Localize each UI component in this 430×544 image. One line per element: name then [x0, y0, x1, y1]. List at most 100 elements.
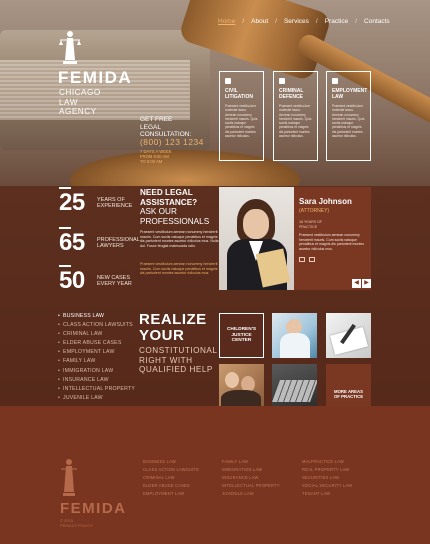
practice-list-item[interactable]: CRIMINAL LAW — [58, 330, 135, 339]
stat-number: 65 — [59, 229, 85, 256]
footer-copyright: © 2015 PRIVACY POLICY — [60, 518, 93, 528]
help-heading: NEED LEGAL ASSISTANCE? — [140, 188, 197, 207]
practice-list-item[interactable]: FAMILY LAW — [58, 357, 135, 366]
footer-links-column: BUSINESS LAW CLASS ACTION LAWSUITS CRIMI… — [143, 458, 199, 498]
nav-practice[interactable]: Practice — [325, 18, 348, 25]
phone-icon[interactable] — [299, 257, 305, 263]
tile-label: CHILDREN'S JUSTICE CENTER — [227, 327, 256, 344]
logo-tagline-line: CHICAGO — [59, 88, 101, 97]
help-heading-line: ASSISTANCE? — [140, 197, 198, 207]
help-subheading: ASK OUR PROFESSIONALS — [140, 207, 209, 226]
consultation-hours-line: TO 6:00 AM — [140, 159, 163, 164]
logo-tagline-line: LAW — [59, 97, 78, 107]
tile-label: MORE AREAS OF PRACTICE — [334, 389, 363, 399]
stat-lawyers: 65 PROFESSIONAL LAWYERS — [59, 229, 140, 257]
stat-label: NEW CASES EVERY YEAR — [97, 275, 132, 288]
practice-list-item[interactable]: INSURANCE LAW — [58, 376, 135, 385]
realize-heading: REALIZE YOUR — [139, 312, 207, 343]
practice-card-title-line: LAW — [332, 94, 344, 100]
photo-shape — [243, 209, 269, 239]
practice-list-item[interactable]: EMPLOYMENT LAW — [58, 348, 135, 357]
consultation-label-line: GET FREE — [140, 116, 173, 123]
footer-link[interactable]: INSURANCE LAW — [222, 474, 280, 482]
practice-card-text: Praesent vestibu-lum molestie lacus. Aen… — [279, 104, 312, 139]
consultation-label-line: LEGAL — [140, 123, 161, 131]
practice-list-item[interactable]: CLASS ACTION LAWSUITS — [58, 321, 135, 330]
gavel-icon — [225, 78, 231, 84]
realize-heading-line: YOUR — [139, 326, 185, 344]
lock-icon — [279, 78, 285, 84]
realize-heading-line: REALIZE — [139, 311, 207, 328]
footer-link[interactable]: SECURITIES LAW — [302, 474, 352, 482]
logo-tagline: CHICAGO LAW AGENCY — [59, 88, 101, 117]
footer-link[interactable]: REAL PROPERTY LAW — [302, 466, 352, 474]
signing-photo-tile[interactable] — [326, 313, 371, 358]
help-subheading-line: PROFESSIONALS — [140, 216, 210, 226]
footer-link[interactable]: BUSINESS LAW — [143, 458, 199, 466]
nav-separator: / — [355, 18, 358, 25]
nav-contacts[interactable]: Contacts — [364, 18, 390, 25]
footer-link[interactable]: SOCIAL SECURITY LAW — [302, 482, 352, 490]
lady-justice-icon[interactable] — [58, 30, 82, 66]
family-photo-tile[interactable] — [219, 364, 264, 409]
tile-label-line: OF PRACTICE — [333, 394, 364, 399]
practice-card-employment[interactable]: EMPLOYMENT LAW Praesent vestibu-lum mole… — [326, 71, 371, 161]
photo-shape — [280, 333, 310, 358]
doctor-photo-tile[interactable] — [272, 313, 317, 358]
practice-list-item[interactable]: BUSINESS LAW — [58, 312, 135, 321]
privacy-policy-link[interactable]: PRIVACY POLICY — [60, 523, 93, 528]
footer-logo-name[interactable]: FEMIDA — [60, 500, 127, 517]
lady-justice-icon[interactable] — [60, 458, 78, 498]
stat-number: 25 — [59, 189, 85, 216]
practice-card-civil[interactable]: CIVIL LITIGATION Praesent vestibu-lum mo… — [219, 71, 264, 161]
main-nav: Home / About / Services / Practice / Con… — [218, 18, 390, 25]
stat-label-line: EVERY YEAR — [97, 281, 132, 287]
footer-link[interactable]: INTELLECTUAL PROPERTY — [222, 482, 280, 490]
nav-separator: / — [315, 18, 318, 25]
footer-link[interactable]: FAMILY LAW — [222, 458, 280, 466]
practice-card-criminal[interactable]: CRIMINAL DEFENCE Praesent vestibu-lum mo… — [273, 71, 318, 161]
footer-link[interactable]: CRIMINAL LAW — [143, 474, 199, 482]
practice-card-text: Praesent vestibu-lum molestie lacus. Aen… — [332, 104, 365, 139]
practice-list-item[interactable]: ELDER ABUSE CASES — [58, 339, 135, 348]
practice-list-item[interactable]: INTELLECTUAL PROPERTY — [58, 385, 135, 394]
practice-card-title: EMPLOYMENT LAW — [332, 88, 367, 100]
nav-about[interactable]: About — [251, 18, 268, 25]
help-text: Praesent vestibulum aenean nonummy hendr… — [140, 230, 219, 248]
lawyer-photo — [219, 187, 294, 290]
practice-area-list: BUSINESS LAW CLASS ACTION LAWSUITS CRIMI… — [58, 312, 135, 403]
nav-services[interactable]: Services — [284, 18, 309, 25]
practice-card-title-line: LITIGATION — [225, 94, 253, 100]
tile-label-line: CENTER — [231, 338, 252, 344]
briefcase-icon — [332, 78, 338, 84]
footer-link[interactable]: TENANT LAW — [302, 490, 352, 498]
next-arrow-button[interactable]: ▶ — [362, 279, 371, 288]
photo-shape — [272, 380, 317, 402]
mail-icon[interactable] — [309, 257, 315, 263]
practice-card-title-line: DEFENCE — [279, 94, 303, 100]
prev-arrow-button[interactable]: ◀ — [352, 279, 361, 288]
lawyer-contact-icons — [299, 257, 366, 263]
footer-link[interactable]: IMMIGRATION LAW — [222, 466, 280, 474]
practice-card-text: Praesent vestibu-lum molestie lacus. Aen… — [225, 104, 258, 139]
lawyer-info-panel: Sara Johnson (ATTORNEY) 18 YEARS OF PRAC… — [294, 187, 371, 290]
practice-list-item[interactable]: IMMIGRATION LAW — [58, 367, 135, 376]
nav-home[interactable]: Home — [218, 18, 235, 25]
sound-block-image — [70, 150, 300, 186]
keyboard-photo-tile[interactable] — [272, 364, 317, 409]
more-areas-tile[interactable]: MORE AREAS OF PRACTICE — [326, 364, 371, 409]
stat-label-line: LAWYERS — [97, 243, 124, 249]
stat-number: 50 — [59, 267, 85, 294]
footer-link[interactable]: JUVENILE LAW — [222, 490, 280, 498]
footer-link[interactable]: CLASS ACTION LAWSUITS — [143, 466, 199, 474]
logo-name[interactable]: FEMIDA — [58, 68, 132, 88]
logo-tagline-line: AGENCY — [59, 107, 97, 116]
consultation-phone[interactable]: (800) 123 1234 — [140, 137, 204, 147]
footer: FEMIDA © 2015 PRIVACY POLICY BUSINESS LA… — [0, 406, 430, 544]
practice-list-item[interactable]: JUVENILE LAW — [58, 394, 135, 403]
footer-links-column: MALPRACTICE LAW REAL PROPERTY LAW SECURI… — [302, 458, 352, 498]
footer-link[interactable]: ELDER ABUSE CASES — [143, 482, 199, 490]
childrens-justice-tile[interactable]: CHILDREN'S JUSTICE CENTER — [219, 313, 264, 358]
footer-link[interactable]: MALPRACTICE LAW — [302, 458, 352, 466]
footer-link[interactable]: EMPLOYMENT LAW — [143, 490, 199, 498]
